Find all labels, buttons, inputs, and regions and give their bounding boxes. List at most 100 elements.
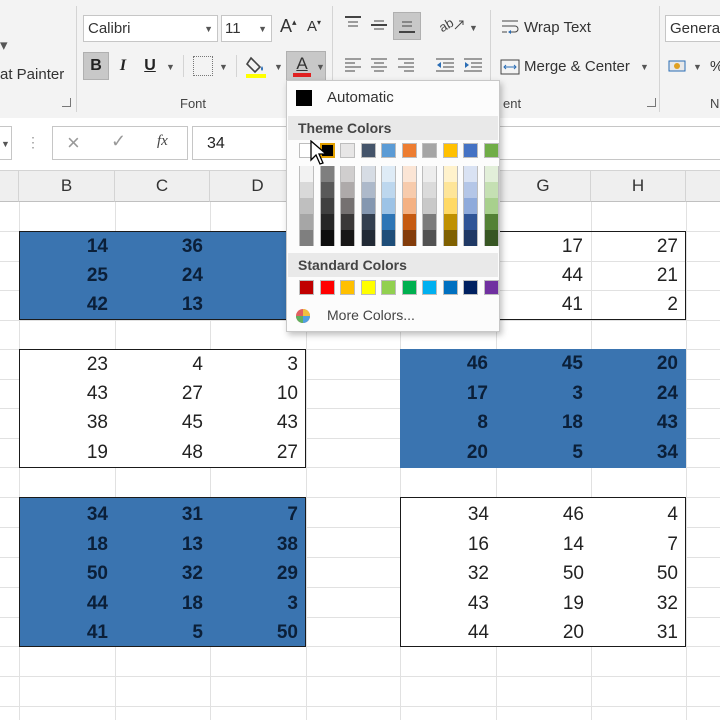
cell[interactable]: 20: [400, 438, 496, 468]
cell[interactable]: 50: [20, 559, 116, 589]
cell[interactable]: 2: [591, 290, 686, 320]
color-swatch[interactable]: [463, 198, 478, 214]
cell[interactable]: 32: [401, 559, 497, 589]
splitter-dots-icon[interactable]: ⋮: [26, 134, 40, 151]
color-swatch[interactable]: [319, 182, 335, 198]
cell[interactable]: 13: [116, 290, 211, 320]
decrease-indent-icon[interactable]: [434, 56, 456, 79]
percent-style-button[interactable]: %: [710, 58, 720, 75]
cell[interactable]: 10: [211, 379, 306, 409]
cell[interactable]: 27: [591, 232, 686, 262]
chevron-down-icon[interactable]: ▼: [258, 24, 267, 34]
color-swatch[interactable]: [319, 214, 335, 230]
color-swatch[interactable]: [422, 230, 437, 246]
color-swatch[interactable]: [463, 143, 478, 158]
cell[interactable]: 13: [116, 530, 211, 560]
color-swatch[interactable]: [401, 230, 417, 246]
color-swatch[interactable]: [360, 143, 376, 158]
fill-color-icon[interactable]: [245, 54, 269, 78]
automatic-color-item[interactable]: Automatic: [287, 85, 499, 111]
cell[interactable]: 19: [20, 438, 116, 468]
color-swatch[interactable]: [463, 166, 478, 182]
data-block-top-right[interactable]: 17 27 44 21 41 2: [496, 231, 686, 320]
color-swatch[interactable]: [483, 230, 499, 246]
color-swatch[interactable]: [319, 280, 335, 295]
cell[interactable]: 5: [496, 438, 591, 468]
cell[interactable]: 20: [497, 618, 592, 648]
color-swatch[interactable]: [340, 280, 355, 295]
font-size-combobox[interactable]: 11 ▼: [221, 15, 272, 42]
color-swatch[interactable]: [340, 198, 355, 214]
cell[interactable]: 24: [591, 379, 686, 409]
color-swatch[interactable]: [422, 143, 437, 158]
cell[interactable]: 44: [401, 618, 497, 648]
bold-button[interactable]: B: [83, 52, 109, 80]
dropdown-arrow-icon[interactable]: ▾: [0, 36, 8, 54]
chevron-down-icon[interactable]: ▼: [166, 62, 175, 72]
color-swatch[interactable]: [483, 198, 499, 214]
cell[interactable]: 19: [497, 589, 592, 619]
chevron-down-icon[interactable]: ▼: [274, 62, 283, 72]
bottom-align-icon[interactable]: [393, 12, 421, 40]
cell[interactable]: 4: [116, 350, 211, 380]
cell[interactable]: 46: [400, 349, 496, 379]
cell[interactable]: 44: [496, 261, 591, 291]
chevron-down-icon[interactable]: ▼: [1, 139, 10, 149]
cell[interactable]: 50: [592, 559, 686, 589]
wrap-text-button[interactable]: Wrap Text: [524, 19, 591, 36]
color-swatch[interactable]: [340, 214, 355, 230]
color-swatch[interactable]: [401, 280, 417, 295]
column-header-partial[interactable]: [0, 171, 19, 202]
name-box[interactable]: ▼: [0, 126, 12, 160]
cell[interactable]: 38: [20, 408, 116, 438]
color-swatch[interactable]: [360, 280, 376, 295]
chevron-down-icon[interactable]: ▼: [316, 62, 325, 72]
color-swatch[interactable]: [360, 214, 376, 230]
grow-font-button[interactable]: A▴: [280, 16, 297, 37]
color-swatch[interactable]: [483, 182, 499, 198]
wrap-text-icon[interactable]: [500, 17, 520, 42]
data-block-mid-left[interactable]: 23 4 3 43 27 10 38 45 43 19 48 27: [19, 349, 306, 468]
cell[interactable]: 34: [401, 500, 497, 530]
column-header-c[interactable]: C: [115, 171, 210, 202]
cell[interactable]: 42: [20, 290, 116, 320]
increase-indent-icon[interactable]: [462, 56, 484, 79]
color-swatch[interactable]: [381, 198, 396, 214]
color-swatch[interactable]: [381, 230, 396, 246]
top-align-icon[interactable]: [343, 14, 363, 39]
color-swatch[interactable]: [442, 214, 458, 230]
cell[interactable]: 16: [401, 530, 497, 560]
color-swatch[interactable]: [360, 198, 376, 214]
italic-button[interactable]: I: [111, 52, 135, 80]
color-swatch[interactable]: [422, 166, 437, 182]
cell[interactable]: 43: [401, 589, 497, 619]
color-swatch[interactable]: [442, 230, 458, 246]
color-swatch[interactable]: [483, 280, 499, 295]
more-colors-item[interactable]: More Colors...: [288, 303, 498, 329]
cell[interactable]: 23: [20, 350, 116, 380]
cell[interactable]: 3: [211, 350, 306, 380]
color-swatch[interactable]: [360, 166, 376, 182]
color-swatch[interactable]: [483, 214, 499, 230]
cell[interactable]: 7: [592, 530, 686, 560]
cell[interactable]: 46: [497, 500, 592, 530]
color-swatch[interactable]: [340, 143, 355, 158]
cell[interactable]: 29: [211, 559, 306, 589]
chevron-down-icon[interactable]: ▼: [469, 23, 478, 33]
middle-align-icon[interactable]: [369, 14, 389, 39]
color-swatch[interactable]: [299, 182, 314, 198]
color-swatch[interactable]: [463, 214, 478, 230]
chevron-down-icon[interactable]: ▼: [640, 62, 649, 72]
color-swatch[interactable]: [299, 198, 314, 214]
shrink-font-button[interactable]: A▾: [307, 18, 321, 35]
color-swatch[interactable]: [463, 182, 478, 198]
merge-center-button[interactable]: Merge & Center: [524, 58, 630, 75]
cell[interactable]: 43: [591, 408, 686, 438]
color-swatch[interactable]: [340, 166, 355, 182]
color-swatch[interactable]: [422, 182, 437, 198]
color-swatch[interactable]: [463, 230, 478, 246]
cell[interactable]: 18: [496, 408, 591, 438]
data-block-bottom-right[interactable]: 34 46 4 16 14 7 32 50 50 43 19 32 44 20 …: [400, 497, 686, 647]
column-header-g[interactable]: G: [496, 171, 591, 202]
color-swatch[interactable]: [401, 143, 417, 158]
